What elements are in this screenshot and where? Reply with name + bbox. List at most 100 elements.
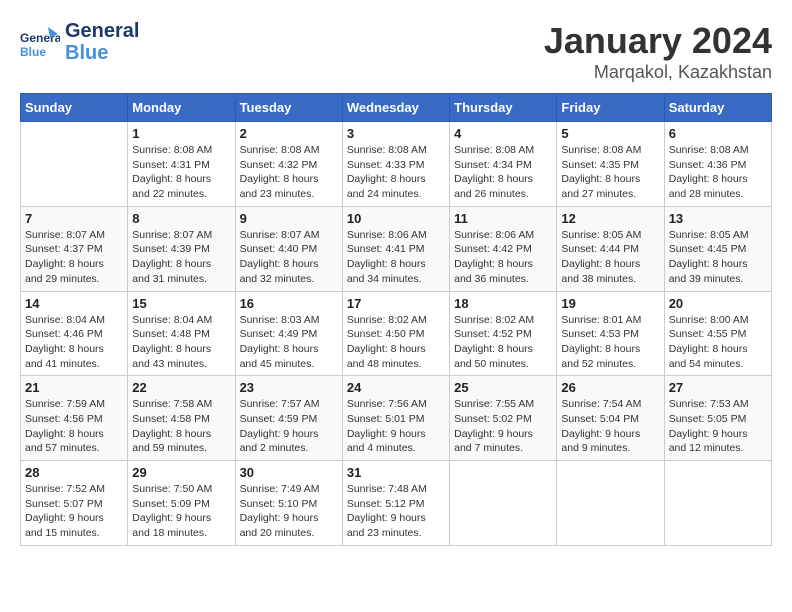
calendar-week-1: 1 Sunrise: 8:08 AMSunset: 4:31 PMDaylight… <box>21 122 772 207</box>
day-number: 11 <box>454 211 552 226</box>
calendar-cell: 26 Sunrise: 7:54 AMSunset: 5:04 PMDayligh… <box>557 376 664 461</box>
day-number: 28 <box>25 465 123 480</box>
calendar-cell: 16Sunrise: 8:03 AMSunset: 4:49 PMDayligh… <box>235 291 342 376</box>
calendar-cell: 2 Sunrise: 8:08 AMSunset: 4:32 PMDaylight… <box>235 122 342 207</box>
day-info: Sunrise: 8:07 AMSunset: 4:37 PMDaylight:… <box>25 228 123 287</box>
day-number: 23 <box>240 380 338 395</box>
calendar-cell: 5 Sunrise: 8:08 AMSunset: 4:35 PMDaylight… <box>557 122 664 207</box>
day-info: Sunrise: 7:52 AMSunset: 5:07 PMDaylight:… <box>25 482 123 541</box>
calendar-cell: 15Sunrise: 8:04 AMSunset: 4:48 PMDayligh… <box>128 291 235 376</box>
calendar-week-3: 14 Sunrise: 8:04 AMSunset: 4:46 PMDayligh… <box>21 291 772 376</box>
day-info: Sunrise: 8:04 AMSunset: 4:46 PMDaylight:… <box>25 313 123 372</box>
calendar-cell: 10Sunrise: 8:06 AMSunset: 4:41 PMDayligh… <box>342 206 449 291</box>
day-info: Sunrise: 8:06 AMSunset: 4:42 PMDaylight:… <box>454 228 552 287</box>
weekday-header-friday: Friday <box>557 94 664 122</box>
weekday-header-wednesday: Wednesday <box>342 94 449 122</box>
day-info: Sunrise: 8:08 AMSunset: 4:35 PMDaylight:… <box>561 143 659 202</box>
day-info: Sunrise: 8:07 AMSunset: 4:39 PMDaylight:… <box>132 228 230 287</box>
day-number: 29 <box>132 465 230 480</box>
day-info: Sunrise: 7:58 AMSunset: 4:58 PMDaylight:… <box>132 397 230 456</box>
calendar-cell: 6 Sunrise: 8:08 AMSunset: 4:36 PMDaylight… <box>664 122 771 207</box>
calendar-week-4: 21Sunrise: 7:59 AMSunset: 4:56 PMDayligh… <box>21 376 772 461</box>
weekday-header-tuesday: Tuesday <box>235 94 342 122</box>
logo-blue-text: Blue <box>65 42 139 64</box>
day-info: Sunrise: 8:05 AMSunset: 4:45 PMDaylight:… <box>669 228 767 287</box>
day-info: Sunrise: 8:08 AMSunset: 4:36 PMDaylight:… <box>669 143 767 202</box>
day-number: 30 <box>240 465 338 480</box>
day-number: 12 <box>561 211 659 226</box>
logo: General Blue General Blue <box>20 20 139 64</box>
calendar-cell: 20Sunrise: 8:00 AMSunset: 4:55 PMDayligh… <box>664 291 771 376</box>
logo-icon: General Blue <box>20 22 60 62</box>
day-info: Sunrise: 8:08 AMSunset: 4:32 PMDaylight:… <box>240 143 338 202</box>
day-number: 25 <box>454 380 552 395</box>
calendar-cell: 9Sunrise: 8:07 AMSunset: 4:40 PMDaylight… <box>235 206 342 291</box>
calendar-cell <box>664 461 771 546</box>
calendar-cell: 12 Sunrise: 8:05 AMSunset: 4:44 PMDayligh… <box>557 206 664 291</box>
day-info: Sunrise: 7:53 AMSunset: 5:05 PMDaylight:… <box>669 397 767 456</box>
day-info: Sunrise: 7:59 AMSunset: 4:56 PMDaylight:… <box>25 397 123 456</box>
day-info: Sunrise: 8:04 AMSunset: 4:48 PMDaylight:… <box>132 313 230 372</box>
calendar-cell: 18 Sunrise: 8:02 AMSunset: 4:52 PMDayligh… <box>450 291 557 376</box>
day-info: Sunrise: 8:02 AMSunset: 4:50 PMDaylight:… <box>347 313 445 372</box>
day-number: 1 <box>132 126 230 141</box>
day-number: 5 <box>561 126 659 141</box>
day-info: Sunrise: 7:56 AMSunset: 5:01 PMDaylight:… <box>347 397 445 456</box>
day-info: Sunrise: 8:08 AMSunset: 4:31 PMDaylight:… <box>132 143 230 202</box>
calendar-cell: 13 Sunrise: 8:05 AMSunset: 4:45 PMDayligh… <box>664 206 771 291</box>
calendar-cell: 17 Sunrise: 8:02 AMSunset: 4:50 PMDayligh… <box>342 291 449 376</box>
day-number: 17 <box>347 296 445 311</box>
day-info: Sunrise: 7:48 AMSunset: 5:12 PMDaylight:… <box>347 482 445 541</box>
calendar-cell: 31 Sunrise: 7:48 AMSunset: 5:12 PMDayligh… <box>342 461 449 546</box>
calendar-cell: 7 Sunrise: 8:07 AMSunset: 4:37 PMDaylight… <box>21 206 128 291</box>
calendar-subtitle: Marqakol, Kazakhstan <box>544 62 772 83</box>
day-info: Sunrise: 7:57 AMSunset: 4:59 PMDaylight:… <box>240 397 338 456</box>
calendar-cell: 11 Sunrise: 8:06 AMSunset: 4:42 PMDayligh… <box>450 206 557 291</box>
weekday-header-row: SundayMondayTuesdayWednesdayThursdayFrid… <box>21 94 772 122</box>
day-number: 9 <box>240 211 338 226</box>
day-number: 22 <box>132 380 230 395</box>
svg-text:Blue: Blue <box>20 45 46 59</box>
day-number: 8 <box>132 211 230 226</box>
calendar-cell: 4Sunrise: 8:08 AMSunset: 4:34 PMDaylight… <box>450 122 557 207</box>
day-number: 27 <box>669 380 767 395</box>
day-info: Sunrise: 7:49 AMSunset: 5:10 PMDaylight:… <box>240 482 338 541</box>
day-info: Sunrise: 8:02 AMSunset: 4:52 PMDaylight:… <box>454 313 552 372</box>
calendar-cell: 19 Sunrise: 8:01 AMSunset: 4:53 PMDayligh… <box>557 291 664 376</box>
calendar-cell <box>450 461 557 546</box>
calendar-cell <box>557 461 664 546</box>
day-info: Sunrise: 8:01 AMSunset: 4:53 PMDaylight:… <box>561 313 659 372</box>
day-number: 6 <box>669 126 767 141</box>
day-number: 14 <box>25 296 123 311</box>
day-number: 2 <box>240 126 338 141</box>
day-number: 4 <box>454 126 552 141</box>
day-number: 26 <box>561 380 659 395</box>
day-number: 18 <box>454 296 552 311</box>
calendar-cell: 1 Sunrise: 8:08 AMSunset: 4:31 PMDaylight… <box>128 122 235 207</box>
day-info: Sunrise: 8:06 AMSunset: 4:41 PMDaylight:… <box>347 228 445 287</box>
day-number: 13 <box>669 211 767 226</box>
day-info: Sunrise: 7:54 AMSunset: 5:04 PMDaylight:… <box>561 397 659 456</box>
weekday-header-sunday: Sunday <box>21 94 128 122</box>
page-header: General Blue General Blue January 2024 M… <box>20 20 772 83</box>
weekday-header-saturday: Saturday <box>664 94 771 122</box>
calendar-cell: 8 Sunrise: 8:07 AMSunset: 4:39 PMDaylight… <box>128 206 235 291</box>
calendar-table: SundayMondayTuesdayWednesdayThursdayFrid… <box>20 93 772 546</box>
calendar-cell: 30 Sunrise: 7:49 AMSunset: 5:10 PMDayligh… <box>235 461 342 546</box>
calendar-cell: 22 Sunrise: 7:58 AMSunset: 4:58 PMDayligh… <box>128 376 235 461</box>
day-info: Sunrise: 7:50 AMSunset: 5:09 PMDaylight:… <box>132 482 230 541</box>
day-number: 20 <box>669 296 767 311</box>
day-info: Sunrise: 8:05 AMSunset: 4:44 PMDaylight:… <box>561 228 659 287</box>
day-number: 19 <box>561 296 659 311</box>
day-info: Sunrise: 8:03 AMSunset: 4:49 PMDaylight:… <box>240 313 338 372</box>
logo-general-text: General <box>65 20 139 42</box>
calendar-cell: 23 Sunrise: 7:57 AMSunset: 4:59 PMDayligh… <box>235 376 342 461</box>
day-number: 31 <box>347 465 445 480</box>
day-info: Sunrise: 7:55 AMSunset: 5:02 PMDaylight:… <box>454 397 552 456</box>
calendar-title: January 2024 <box>544 20 772 62</box>
calendar-cell: 3Sunrise: 8:08 AMSunset: 4:33 PMDaylight… <box>342 122 449 207</box>
calendar-cell: 29 Sunrise: 7:50 AMSunset: 5:09 PMDayligh… <box>128 461 235 546</box>
calendar-cell: 28 Sunrise: 7:52 AMSunset: 5:07 PMDayligh… <box>21 461 128 546</box>
day-number: 7 <box>25 211 123 226</box>
day-info: Sunrise: 8:08 AMSunset: 4:33 PMDaylight:… <box>347 143 445 202</box>
